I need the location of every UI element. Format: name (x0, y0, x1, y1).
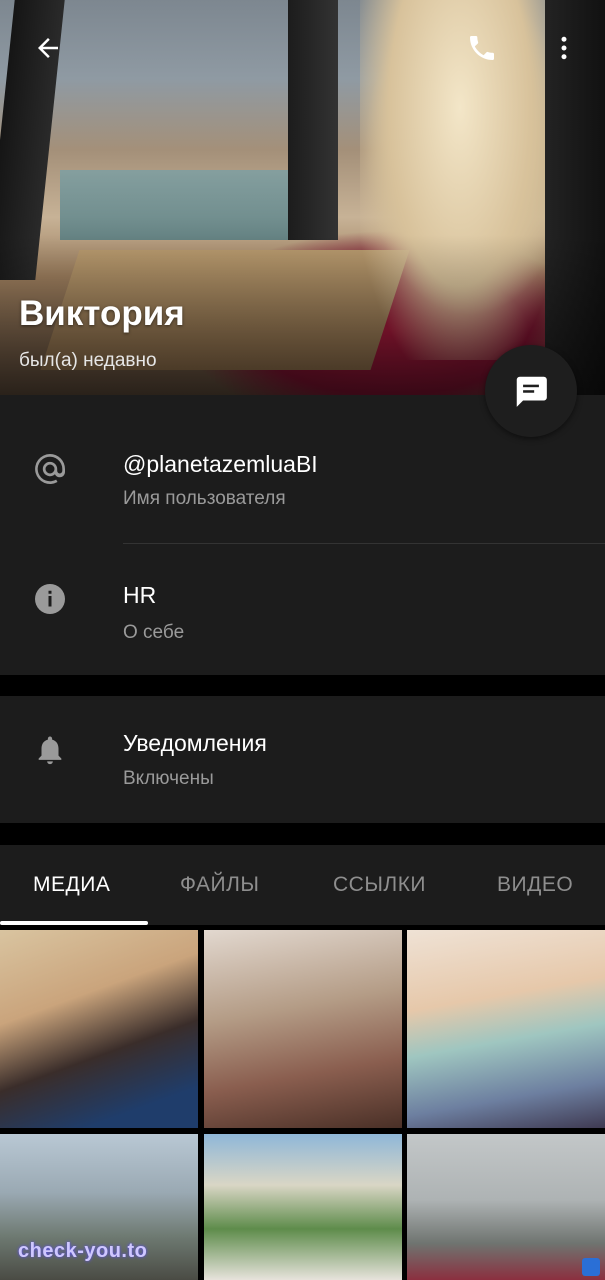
tab-files[interactable]: ФАЙЛЫ (180, 873, 259, 897)
info-icon (28, 577, 72, 621)
notifications-row[interactable]: Уведомления Включены (0, 696, 605, 823)
notifications-section[interactable]: Уведомления Включены (0, 696, 605, 823)
profile-name: Виктория (19, 294, 185, 333)
bio-value: HR (123, 582, 157, 608)
phone-icon (470, 36, 494, 60)
profile-header-photo[interactable] (0, 0, 605, 395)
notifications-title: Уведомления (123, 730, 267, 756)
bio-row[interactable]: HR О себе (0, 544, 605, 675)
media-thumbnail[interactable] (0, 930, 198, 1128)
username-label: Имя пользователя (123, 488, 286, 509)
active-tab-indicator (0, 921, 148, 925)
profile-status: был(а) недавно (19, 350, 157, 371)
profile-info-section: @planetazemluaBI Имя пользователя HR О с… (0, 395, 605, 675)
send-message-button[interactable] (485, 345, 577, 437)
bell-icon (28, 728, 72, 772)
watermark: check-you.to (18, 1240, 148, 1262)
media-thumbnail[interactable] (407, 1134, 605, 1280)
media-grid (0, 930, 605, 1280)
back-arrow-icon (38, 38, 58, 58)
media-thumbnail[interactable] (204, 1134, 402, 1280)
bio-label: О себе (123, 622, 185, 643)
photo-window-frame (288, 0, 338, 240)
media-thumbnail[interactable] (407, 930, 605, 1128)
back-button[interactable] (24, 24, 72, 72)
at-sign-icon (28, 447, 72, 491)
tab-links[interactable]: ССЫЛКИ (333, 873, 426, 897)
media-thumbnail[interactable] (204, 930, 402, 1128)
media-tabs: МЕДИА ФАЙЛЫ ССЫЛКИ ВИДЕО (0, 845, 605, 925)
tab-video[interactable]: ВИДЕО (497, 873, 573, 897)
message-icon (516, 376, 547, 407)
tab-media[interactable]: МЕДИА (33, 873, 110, 897)
call-button[interactable] (458, 24, 506, 72)
username-value: @planetazemluaBI (123, 451, 318, 477)
more-vert-icon (561, 36, 567, 60)
corner-badge-icon (582, 1258, 600, 1276)
more-options-button[interactable] (540, 24, 588, 72)
notifications-value: Включены (123, 768, 214, 789)
